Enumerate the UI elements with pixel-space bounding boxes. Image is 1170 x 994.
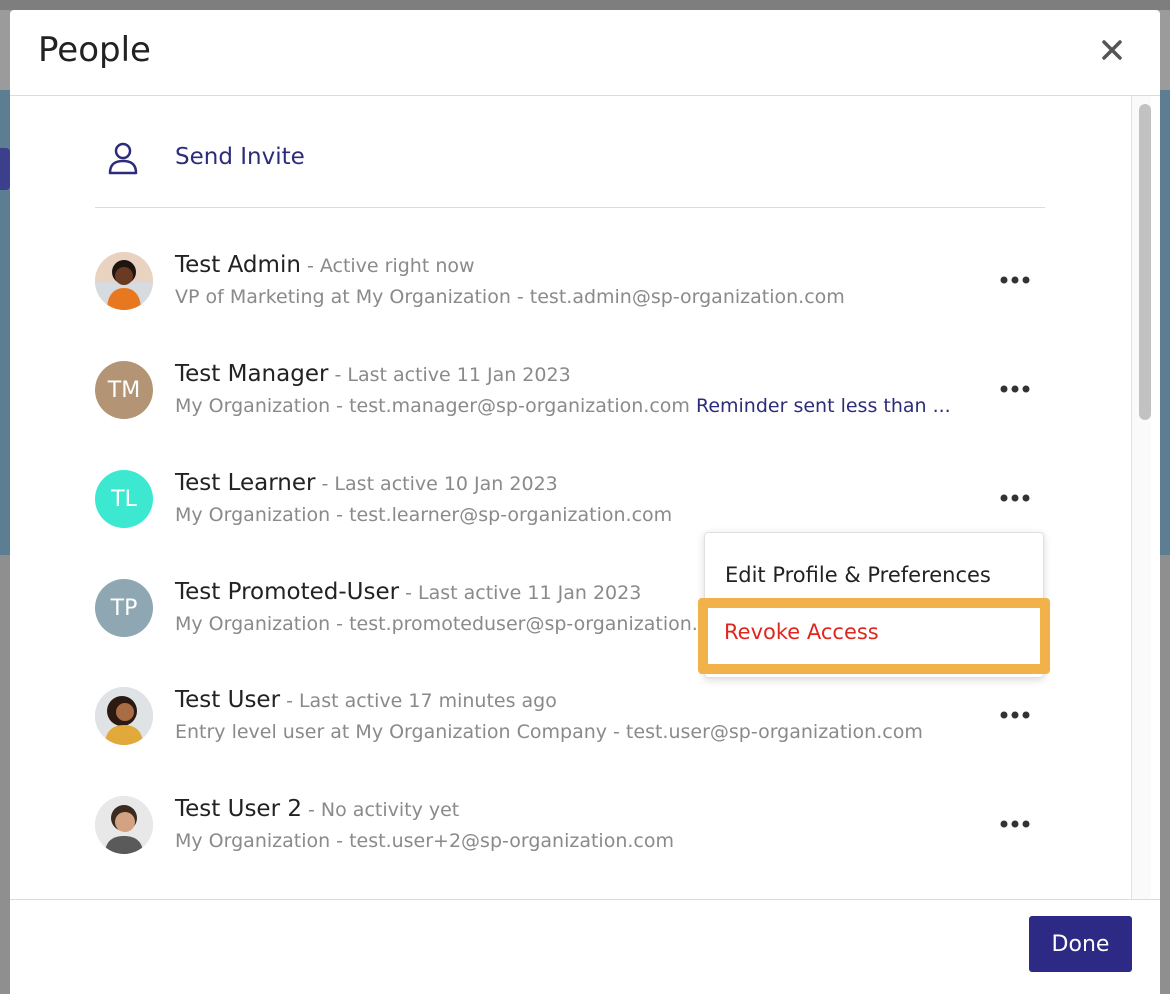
person-detail: My Organization - test.learner@sp-organi… — [175, 504, 673, 526]
person-detail: My Organization - test.manager@sp-organi… — [175, 395, 690, 417]
reminder-note: Reminder sent less than ... — [695, 395, 951, 417]
person-status: - No activity yet — [301, 799, 460, 821]
avatar-photo-icon — [95, 796, 153, 854]
person-name: Test Promoted-User — [175, 579, 400, 605]
person-detail: VP of Marketing at My Organization - tes… — [175, 286, 845, 308]
more-options-button[interactable] — [995, 486, 1035, 510]
avatar-initials: TL — [111, 486, 137, 512]
scrollbar-thumb[interactable] — [1139, 104, 1151, 420]
menu-item-edit-profile[interactable]: Edit Profile & Preferences — [725, 563, 991, 587]
modal-header: People — [10, 10, 1160, 96]
person-name: Test Learner — [175, 470, 316, 496]
person-heading: Test Learner - Last active 10 Jan 2023 — [175, 470, 558, 496]
person-heading: Test Admin - Active right now — [175, 252, 475, 278]
avatar: TP — [95, 579, 153, 637]
person-name: Test User 2 — [175, 796, 302, 822]
avatar: TM — [95, 361, 153, 419]
avatar-initials: TM — [107, 377, 141, 403]
avatar — [95, 252, 153, 310]
person-name: Test Admin — [175, 252, 301, 278]
people-modal: People Send Invite Test Admin - Active r… — [10, 10, 1160, 994]
more-options-button[interactable] — [995, 377, 1035, 401]
more-horizontal-icon — [1000, 276, 1030, 284]
avatar-initials: TP — [110, 595, 138, 621]
close-button[interactable] — [1094, 32, 1130, 68]
person-detail-line: My Organization - test.manager@sp-organi… — [175, 395, 951, 417]
person-icon — [108, 142, 138, 175]
modal-title: People — [38, 30, 151, 70]
modal-footer: Done — [10, 899, 1160, 994]
avatar-photo-icon — [95, 252, 153, 310]
send-invite-label: Send Invite — [175, 144, 305, 170]
person-row-test-user: Test User - Last active 17 minutes ago E… — [95, 687, 1045, 787]
more-options-button[interactable] — [995, 268, 1035, 292]
more-horizontal-icon — [1000, 711, 1030, 719]
more-horizontal-icon — [1000, 494, 1030, 502]
person-heading: Test User 2 - No activity yet — [175, 796, 459, 822]
more-options-button[interactable] — [995, 703, 1035, 727]
send-invite-button[interactable]: Send Invite — [95, 128, 1045, 208]
avatar-photo-icon — [95, 687, 153, 745]
close-icon — [1102, 40, 1122, 60]
person-heading: Test Manager - Last active 11 Jan 2023 — [175, 361, 571, 387]
person-name: Test Manager — [175, 361, 329, 387]
person-status: - Last active 11 Jan 2023 — [328, 364, 571, 386]
person-detail: My Organization - test.user+2@sp-organiz… — [175, 830, 674, 852]
background-top-bar — [0, 0, 1170, 10]
person-row-test-manager: TM Test Manager - Last active 11 Jan 202… — [95, 361, 1045, 461]
person-detail: My Organization - test.promoteduser@sp-o… — [175, 613, 739, 635]
modal-body: Send Invite Test Admin - Active right no… — [10, 96, 1160, 899]
person-status: - Last active 10 Jan 2023 — [315, 473, 558, 495]
person-status: - Active right now — [300, 255, 475, 277]
person-status: - Last active 11 Jan 2023 — [399, 582, 642, 604]
person-status: - Last active 17 minutes ago — [280, 690, 557, 712]
avatar — [95, 796, 153, 854]
more-options-button[interactable] — [995, 812, 1035, 836]
person-row-test-user-2: Test User 2 - No activity yet My Organiz… — [95, 796, 1045, 896]
done-button[interactable]: Done — [1029, 916, 1132, 972]
person-name: Test User — [175, 687, 281, 713]
person-detail: Entry level user at My Organization Comp… — [175, 721, 923, 743]
person-heading: Test Promoted-User - Last active 11 Jan … — [175, 579, 641, 605]
person-row-test-admin: Test Admin - Active right now VP of Mark… — [95, 252, 1045, 352]
menu-item-revoke-access[interactable]: Revoke Access — [724, 620, 879, 644]
more-horizontal-icon — [1000, 820, 1030, 828]
avatar: TL — [95, 470, 153, 528]
person-heading: Test User - Last active 17 minutes ago — [175, 687, 557, 713]
avatar — [95, 687, 153, 745]
background-left-element — [0, 148, 10, 190]
more-horizontal-icon — [1000, 385, 1030, 393]
